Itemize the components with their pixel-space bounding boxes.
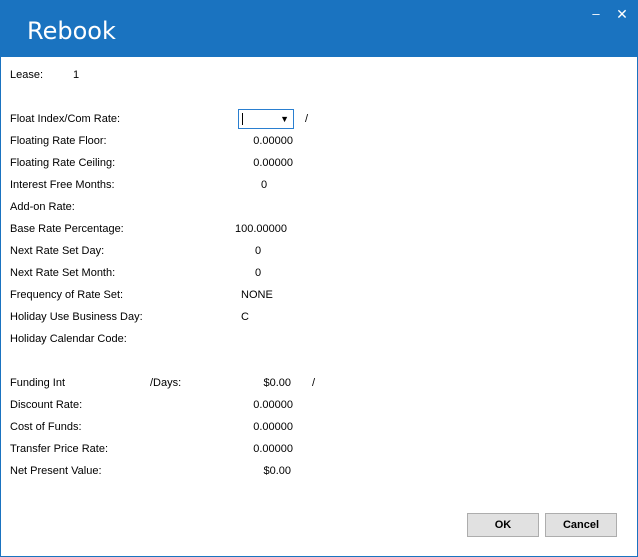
float-index-label: Float Index/Com Rate: — [10, 113, 121, 125]
dropdown-arrow-icon[interactable]: ▼ — [280, 114, 289, 124]
ceiling-label: Floating Rate Ceiling: — [10, 157, 116, 169]
next-set-month-value: 0 — [254, 267, 262, 279]
funding-int-separator: / — [312, 377, 316, 389]
cost-of-funds-value: 0.00000 — [253, 421, 293, 433]
transfer-price-label: Transfer Price Rate: — [10, 443, 109, 455]
next-set-day-value: 0 — [254, 245, 262, 257]
next-set-month-label: Next Rate Set Month: — [10, 267, 116, 279]
ceiling-value: 0.00000 — [253, 157, 293, 169]
discount-rate-label: Discount Rate: — [10, 399, 83, 411]
float-index-select[interactable]: ▼ — [238, 109, 294, 129]
text-cursor — [242, 113, 243, 125]
frequency-label: Frequency of Rate Set: — [10, 289, 124, 301]
transfer-price-value: 0.00000 — [253, 443, 293, 455]
base-rate-label: Base Rate Percentage: — [10, 223, 124, 235]
title-bar[interactable]: Rebook ‒ ✕ — [1, 1, 637, 57]
minimize-icon[interactable]: ‒ — [585, 5, 607, 23]
window-title: Rebook — [27, 17, 116, 45]
cancel-button[interactable]: Cancel — [545, 513, 617, 537]
holiday-business-day-value: C — [241, 311, 249, 323]
ok-button[interactable]: OK — [467, 513, 539, 537]
npv-label: Net Present Value: — [10, 465, 102, 477]
funding-int-label: Funding Int — [10, 377, 66, 389]
lease-label: Lease: — [10, 69, 44, 81]
floor-value: 0.00000 — [253, 135, 293, 147]
floor-label: Floating Rate Floor: — [10, 135, 107, 147]
float-index-separator: / — [305, 113, 309, 125]
next-set-day-label: Next Rate Set Day: — [10, 245, 105, 257]
holiday-business-day-label: Holiday Use Business Day: — [10, 311, 143, 323]
add-on-label: Add-on Rate: — [10, 201, 75, 213]
npv-value: $0.00 — [263, 465, 291, 477]
base-rate-value: 100.00000 — [235, 223, 287, 235]
close-icon[interactable]: ✕ — [611, 5, 633, 23]
cost-of-funds-label: Cost of Funds: — [10, 421, 82, 433]
lease-value: 1 — [73, 69, 80, 81]
funding-int-value: $0.00 — [263, 377, 291, 389]
interest-free-label: Interest Free Months: — [10, 179, 115, 191]
discount-rate-value: 0.00000 — [253, 399, 293, 411]
interest-free-value: 0 — [260, 179, 268, 191]
rebook-dialog: Rebook ‒ ✕ Lease: 1 Float Index/Com Rate… — [0, 0, 638, 557]
holiday-calendar-label: Holiday Calendar Code: — [10, 333, 127, 345]
funding-days-label: /Days: — [150, 377, 182, 389]
frequency-value: NONE — [241, 289, 273, 301]
